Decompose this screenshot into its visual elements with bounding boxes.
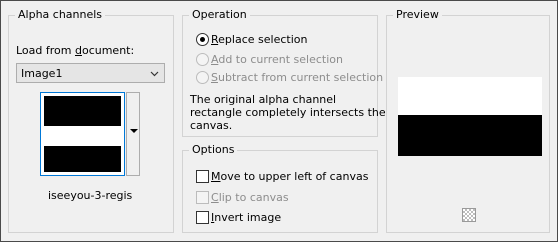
chevron-down-icon [150,71,159,77]
thumbnail-dropdown-button[interactable] [126,92,140,176]
move-to-upper-left-label[interactable]: Move to upper left of canvas [211,170,368,183]
operation-message-line-2: rectangle completely intersects the [190,106,386,119]
subtract-from-selection-radio[interactable] [196,71,209,84]
preview-image [398,77,542,156]
operation-title: Operation [192,8,247,21]
clip-to-canvas-label[interactable]: Clip to canvas [211,191,289,204]
transparency-checker-icon[interactable] [462,208,476,222]
operation-message-line-3: canvas. [190,119,233,132]
move-to-upper-left-checkbox[interactable] [196,170,209,183]
replace-selection-label[interactable]: Replace selection [211,33,307,46]
operation-message-line-1: The original alpha channel [190,93,337,106]
options-title: Options [192,143,235,156]
clip-to-canvas-checkbox[interactable] [196,191,209,204]
alpha-channels-title: Alpha channels [18,8,103,21]
replace-selection-radio[interactable] [196,33,209,46]
thumbnail-image [44,96,121,172]
preview-title: Preview [396,8,439,21]
invert-image-checkbox[interactable] [196,211,209,224]
document-select[interactable]: Image1 [16,63,165,83]
add-to-selection-radio[interactable] [196,53,209,66]
alpha-channel-thumbnail[interactable] [40,92,125,176]
triangle-down-icon [130,129,138,133]
load-from-document-label: Load from document: [16,44,135,57]
channel-name-label: iseeyou-3-regis [48,189,133,202]
subtract-from-selection-label[interactable]: Subtract from current selection [211,71,383,84]
add-to-selection-label[interactable]: Add to current selection [211,53,343,66]
invert-image-label[interactable]: Invert image [211,211,281,224]
document-select-value: Image1 [21,67,63,80]
